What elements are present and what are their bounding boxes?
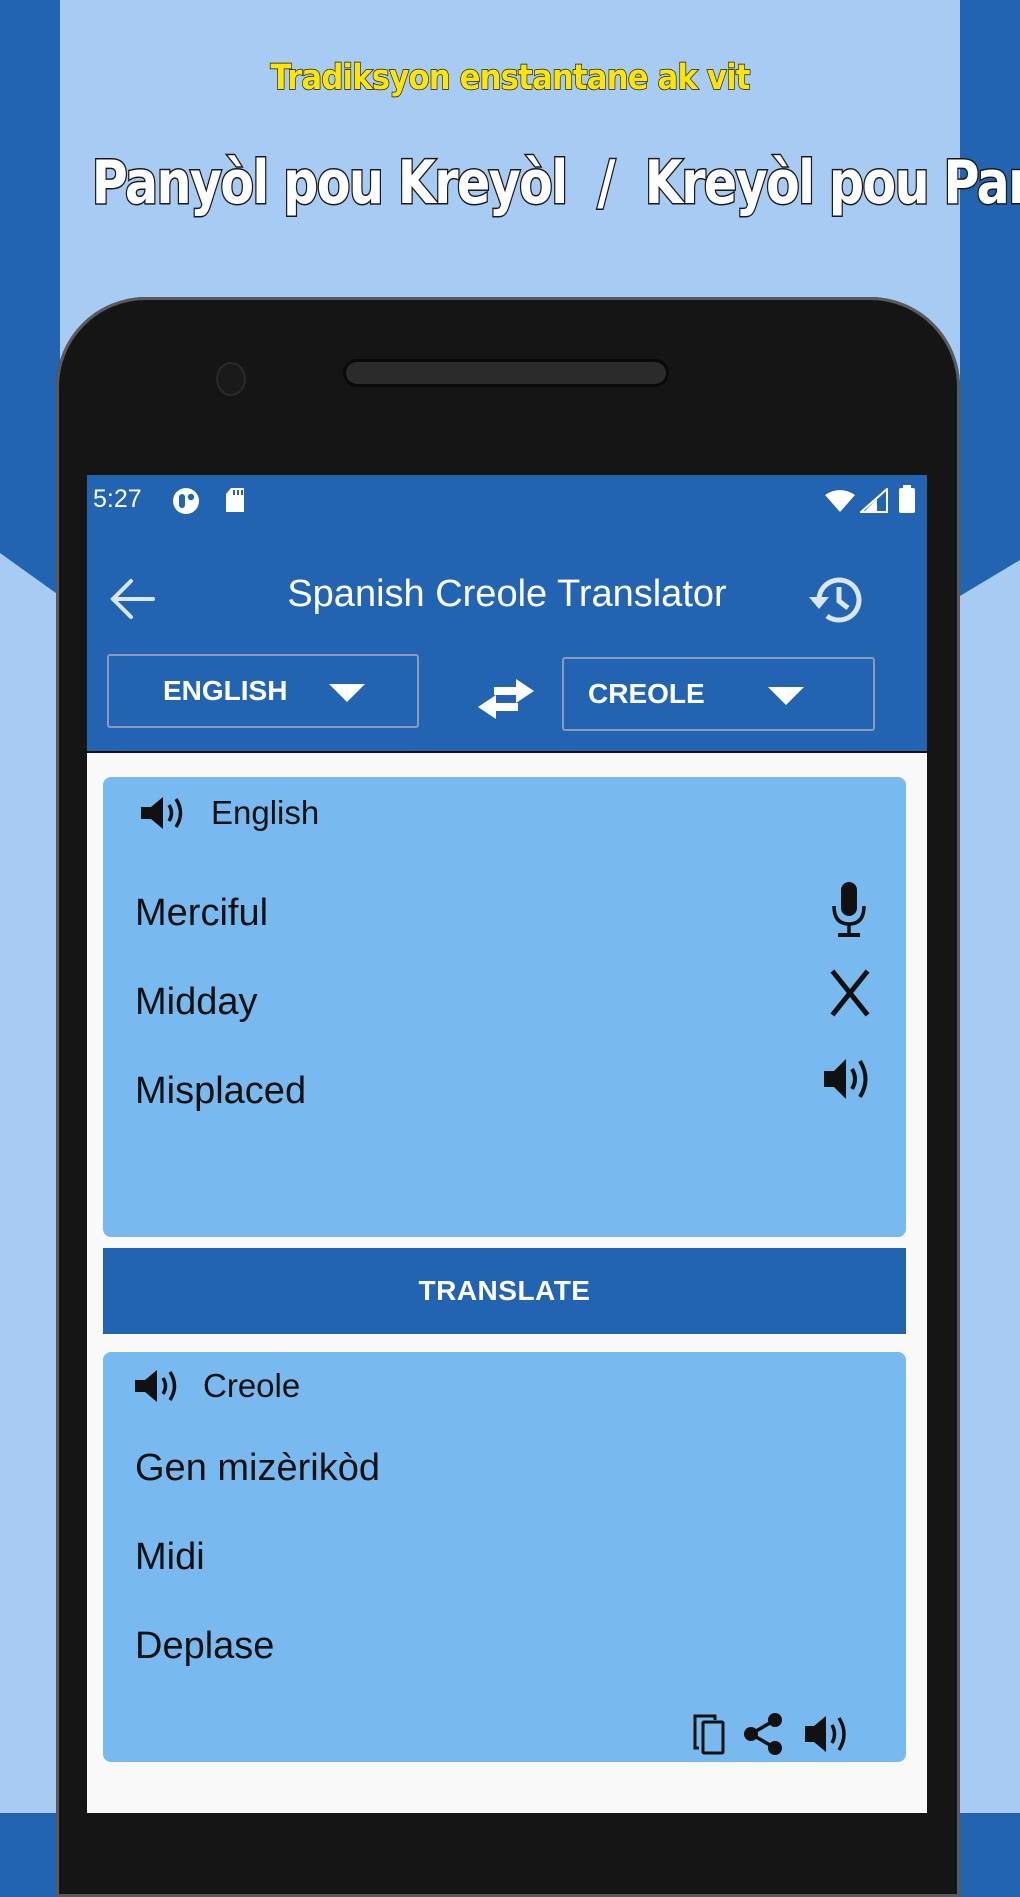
copy-button[interactable] — [691, 1712, 729, 1756]
chevron-down-icon — [768, 687, 804, 705]
app-screen: 5:27 Spanish Creole Translator ENGLISH C… — [87, 475, 927, 1813]
swap-languages-button[interactable] — [472, 675, 540, 723]
translate-button[interactable]: TRANSLATE — [103, 1248, 906, 1334]
input-card: English Merciful Midday Misplaced — [103, 777, 906, 1237]
copy-icon — [693, 1714, 725, 1755]
speak-output-button[interactable] — [803, 1712, 853, 1756]
input-text-line[interactable]: Misplaced — [135, 1070, 306, 1113]
speaker-icon — [824, 1059, 868, 1099]
input-language-header: English — [139, 793, 319, 833]
notification-app-icon — [173, 488, 199, 514]
chevron-down-icon — [329, 684, 365, 702]
input-text-line[interactable]: Midday — [135, 981, 258, 1024]
cell-signal-icon — [860, 488, 888, 513]
output-language-header: Creole — [133, 1366, 300, 1406]
clear-button[interactable] — [830, 969, 870, 1017]
sd-card-icon — [226, 488, 244, 512]
battery-icon — [899, 485, 915, 513]
output-text-line: Deplase — [135, 1625, 275, 1667]
speaker-icon — [805, 1716, 846, 1752]
app-title: Spanish Creole Translator — [287, 573, 727, 615]
output-language-label: Creole — [203, 1367, 301, 1404]
speaker-icon[interactable] — [139, 793, 191, 833]
history-button[interactable] — [805, 569, 867, 631]
share-icon — [744, 1713, 782, 1755]
target-language-label: CREOLE — [588, 678, 705, 709]
target-language-select[interactable]: CREOLE — [562, 657, 875, 731]
app-bar: 5:27 Spanish Creole Translator ENGLISH C… — [87, 475, 927, 753]
share-button[interactable] — [741, 1712, 787, 1756]
status-time: 5:27 — [93, 485, 142, 513]
close-icon — [830, 969, 870, 1017]
input-text-line[interactable]: Merciful — [135, 892, 268, 935]
microphone-button[interactable] — [826, 880, 872, 940]
speak-input-button[interactable] — [822, 1055, 876, 1103]
speaker-icon[interactable] — [133, 1366, 185, 1406]
output-text-line: Gen mizèrikòd — [135, 1447, 380, 1489]
front-camera — [216, 362, 246, 396]
earpiece-speaker — [346, 362, 666, 384]
promo-title: Panyòl pou Kreyòl / Kreyòl pou Panyòl — [91, 147, 1020, 220]
wifi-icon — [825, 490, 855, 512]
input-language-label: English — [211, 794, 320, 831]
output-text-line: Midi — [135, 1536, 205, 1578]
microphone-icon — [832, 882, 866, 937]
source-language-select[interactable]: ENGLISH — [107, 654, 419, 728]
swap-arrows-icon — [478, 679, 534, 719]
source-language-label: ENGLISH — [163, 675, 288, 706]
output-card: Creole Gen mizèrikòd Midi Deplase — [103, 1352, 906, 1762]
promo-subtitle: Tradiksyon enstantane ak vit — [270, 57, 751, 99]
